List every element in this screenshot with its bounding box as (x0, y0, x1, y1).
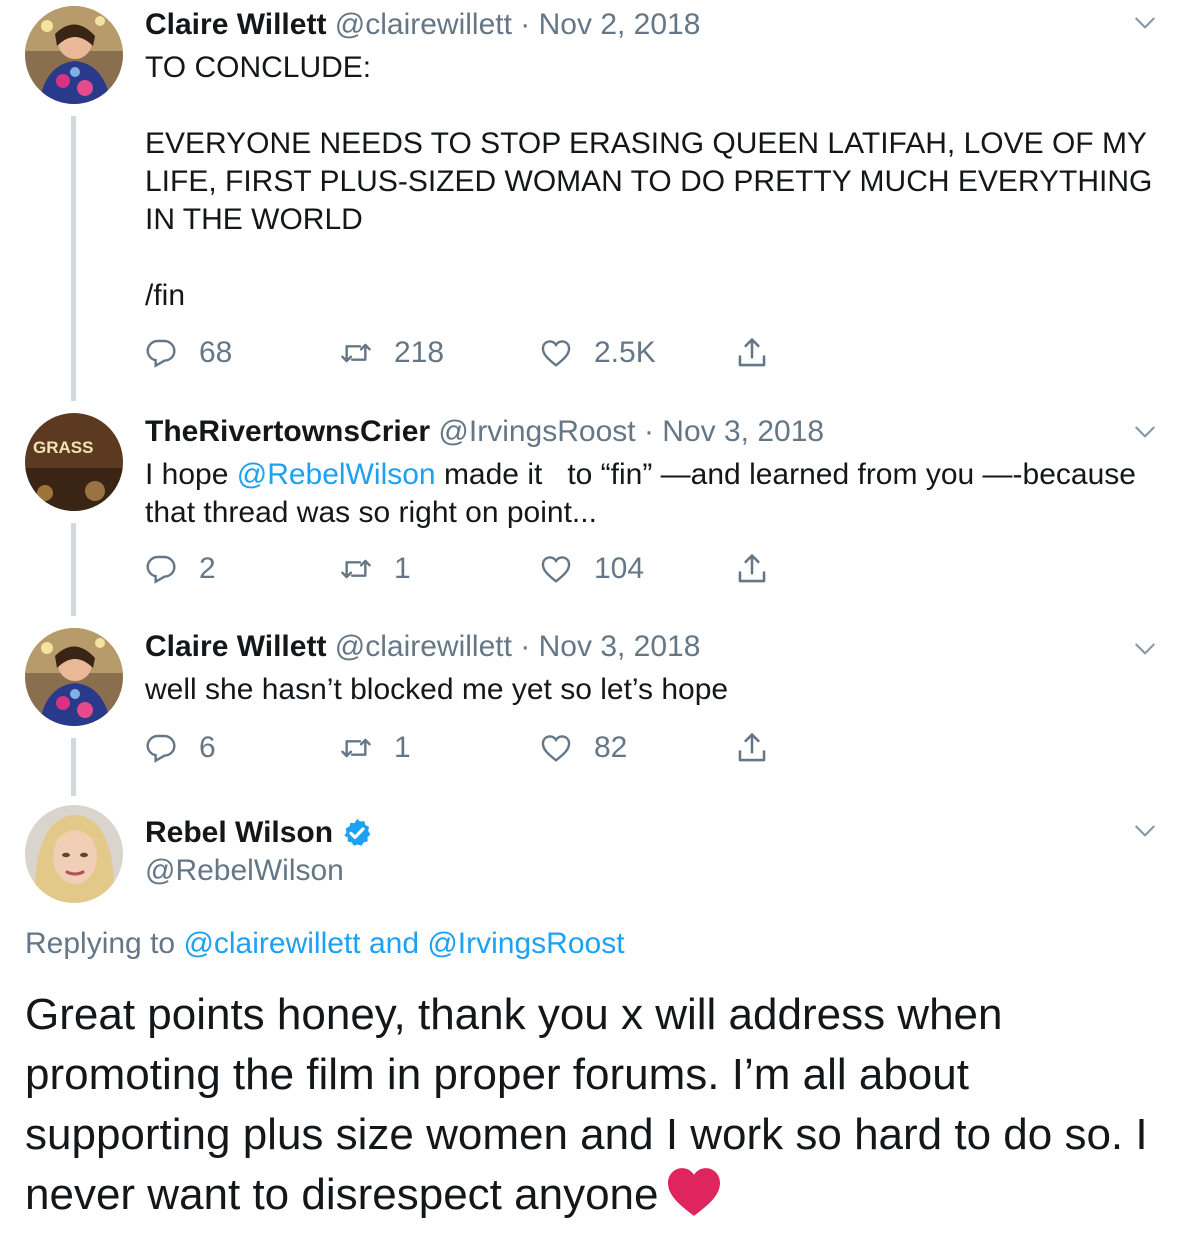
author-name[interactable]: Claire Willett (145, 8, 326, 41)
reply-button[interactable]: 68 (145, 333, 232, 373)
retweet-button[interactable]: 1 (340, 549, 411, 589)
retweet-icon (340, 553, 372, 585)
thread-line (71, 116, 76, 401)
reply-button[interactable]: 6 (145, 728, 216, 768)
separator-dot: · (643, 415, 654, 448)
reply-count: 2 (199, 552, 216, 585)
author-handle[interactable]: @clairewillett (335, 630, 512, 663)
author-handle[interactable]: @IrvingsRoost (438, 415, 635, 448)
replying-label: Replying to (25, 927, 184, 960)
author-handle[interactable]: @clairewillett (335, 8, 512, 41)
replying-and: and (360, 927, 428, 960)
heart-icon (540, 732, 572, 764)
verified-badge-icon (344, 819, 371, 846)
like-count: 82 (594, 731, 628, 764)
tweet-date[interactable]: Nov 2, 2018 (539, 8, 701, 41)
reply-icon (145, 732, 177, 764)
tweet-date[interactable]: Nov 3, 2018 (662, 415, 824, 448)
tweet-text: TO CONCLUDE: EVERYONE NEEDS TO STOP ERAS… (145, 51, 1153, 312)
tweet-header: Claire Willett @clairewillett · Nov 2, 2… (145, 6, 1164, 44)
tweet-header: Claire Willett @clairewillett · Nov 3, 2… (145, 628, 1164, 666)
reply-button[interactable]: 2 (145, 549, 216, 589)
mention-link-clairewillett[interactable]: @clairewillett (183, 927, 360, 960)
author-name[interactable]: TheRivertownsCrier (145, 415, 430, 448)
share-icon[interactable] (735, 728, 769, 768)
tweet-header: TheRivertownsCrier @IrvingsRoost · Nov 3… (145, 413, 1164, 451)
retweet-icon (340, 337, 372, 369)
like-button[interactable]: 104 (540, 549, 644, 589)
tweet-text: I hope @RebelWilson made it to “fin” —an… (145, 456, 1164, 532)
avatar[interactable] (25, 805, 123, 903)
tweet-text-start: I hope (145, 458, 237, 491)
tweet-claire-1[interactable]: Claire Willett @clairewillett · Nov 2, 2… (0, 0, 1186, 405)
author-name[interactable]: Rebel Wilson (145, 814, 333, 852)
main-tweet-text: Great points honey, thank you x will add… (25, 985, 1165, 1225)
tweet-date[interactable]: Nov 3, 2018 (539, 630, 701, 663)
heart-icon (540, 553, 572, 585)
chevron-down-icon[interactable] (1132, 10, 1158, 36)
tweet-text: well she hasn’t blocked me yet so let’s … (145, 673, 729, 706)
retweet-count: 1 (394, 731, 411, 764)
like-count: 104 (594, 552, 645, 585)
author-name-row: Rebel Wilson (145, 814, 1164, 852)
retweet-icon (340, 732, 372, 764)
like-count: 2.5K (594, 336, 656, 369)
red-heart-icon (667, 1168, 720, 1216)
heart-icon (540, 337, 572, 369)
thread-line (71, 738, 76, 796)
retweet-count: 1 (394, 552, 411, 585)
mention-link[interactable]: @RebelWilson (237, 458, 436, 491)
share-icon[interactable] (735, 549, 769, 589)
chevron-down-icon[interactable] (1132, 419, 1158, 445)
tweet-rivertowns[interactable]: GRASS TheRivertownsCrier @IrvingsRoost ·… (0, 405, 1186, 620)
separator-dot: · (520, 630, 531, 663)
avatar[interactable] (25, 628, 123, 726)
replying-to: Replying to @clairewillett and @IrvingsR… (25, 925, 625, 963)
avatar-sign-text: GRASS (33, 438, 93, 457)
reply-count: 6 (199, 731, 216, 764)
retweet-button[interactable]: 218 (340, 333, 444, 373)
avatar[interactable]: GRASS (25, 413, 123, 511)
avatar[interactable] (25, 6, 123, 104)
retweet-button[interactable]: 1 (340, 728, 411, 768)
tweet-claire-2[interactable]: Claire Willett @clairewillett · Nov 3, 2… (0, 620, 1186, 800)
reply-icon (145, 337, 177, 369)
reply-count: 68 (199, 336, 233, 369)
like-button[interactable]: 82 (540, 728, 627, 768)
like-button[interactable]: 2.5K (540, 333, 656, 373)
retweet-count: 218 (394, 336, 445, 369)
chevron-down-icon[interactable] (1132, 636, 1158, 662)
reply-icon (145, 553, 177, 585)
main-tweet-body: Great points honey, thank you x will add… (25, 990, 1148, 1219)
author-name[interactable]: Claire Willett (145, 630, 326, 663)
mention-link-irvingsroost[interactable]: @IrvingsRoost (427, 927, 624, 960)
thread-line (71, 523, 76, 616)
share-icon[interactable] (735, 333, 769, 373)
author-handle[interactable]: @RebelWilson (145, 852, 1164, 890)
chevron-down-icon[interactable] (1132, 818, 1158, 844)
separator-dot: · (520, 8, 531, 41)
